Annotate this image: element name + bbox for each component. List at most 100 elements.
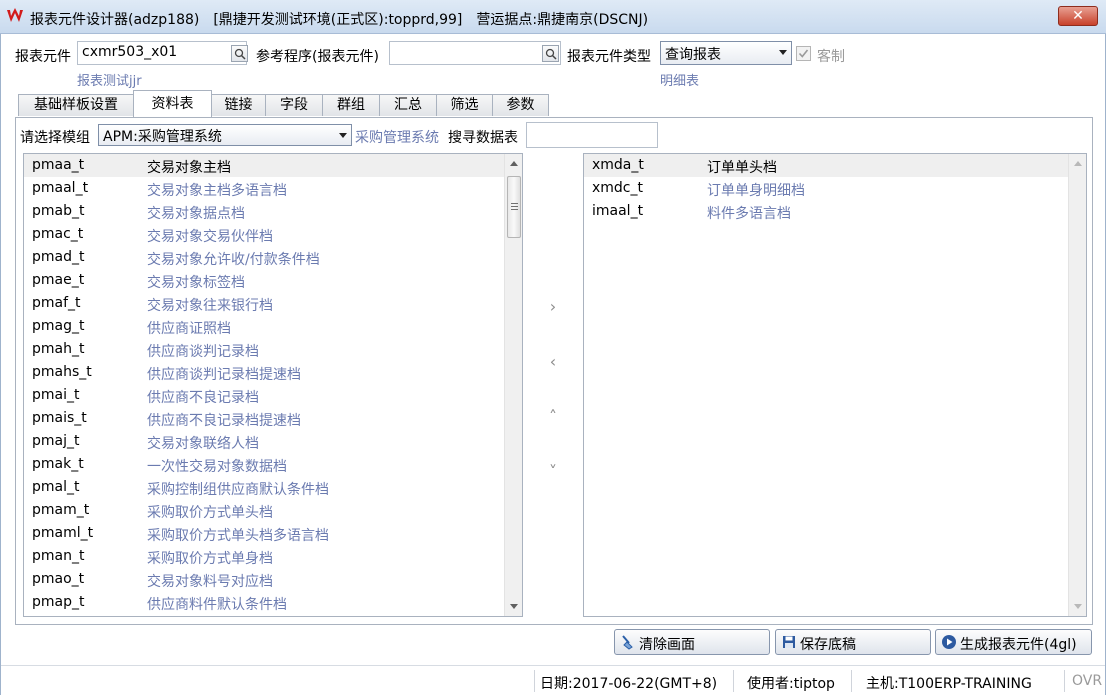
type-select[interactable]: 查询报表	[660, 41, 792, 65]
tab-summary[interactable]: 汇总	[379, 94, 437, 116]
table-code: pmam_t	[32, 502, 90, 518]
available-table-row[interactable]: pmaj_t 交易对象联络人档	[24, 430, 504, 453]
selected-table-row[interactable]: xmdc_t 订单单身明细档	[584, 177, 1068, 200]
table-description: 供应商不良记录档	[147, 390, 259, 406]
table-description: 采购取价方式单头档	[147, 505, 273, 521]
selected-tables-list[interactable]: xmda_t 订单单头档 xmdc_t 订单单身明细档 imaal_t 料件多语言档	[583, 153, 1087, 617]
tab-filter[interactable]: 筛选	[436, 94, 493, 116]
table-description: 料件多语言档	[707, 206, 791, 222]
generate-element-label: 生成报表元件(4gl)	[960, 637, 1077, 653]
tab-parameters[interactable]: 参数	[492, 94, 549, 116]
tab-template-settings[interactable]: 基础样板设置	[18, 94, 134, 116]
table-code: pmad_t	[32, 249, 85, 265]
table-description: 采购取价方式单身档	[147, 551, 273, 567]
chevron-down-icon	[779, 50, 787, 55]
app-logo-icon	[7, 8, 23, 22]
ref-input[interactable]	[389, 41, 561, 65]
available-table-row[interactable]: pmahs_t 供应商谈判记录档提速档	[24, 361, 504, 384]
table-description: 供应商谈判记录档提速档	[147, 367, 301, 383]
selected-tables-scrollbar[interactable]	[1068, 154, 1086, 616]
selected-table-row[interactable]: imaal_t 料件多语言档	[584, 200, 1068, 223]
table-description: 交易对象往来银行档	[147, 298, 273, 314]
module-select[interactable]: APM:采购管理系统	[98, 124, 352, 146]
available-table-row[interactable]: pmae_t 交易对象标签档	[24, 269, 504, 292]
available-table-row[interactable]: pmad_t 交易对象允许收/付款条件档	[24, 246, 504, 269]
available-table-row[interactable]: pmak_t 一次性交易对象数据档	[24, 453, 504, 476]
table-description: 交易对象料号对应档	[147, 574, 273, 590]
scroll-up-icon[interactable]	[510, 161, 518, 166]
window-title: 报表元件设计器(adzp188) [鼎捷开发测试环境(正式区):topprd,9…	[30, 12, 649, 28]
available-table-row[interactable]: pmal_t 采购控制组供应商默认条件档	[24, 476, 504, 499]
move-up-button[interactable]: ˄	[543, 407, 563, 427]
table-code: pmaf_t	[32, 295, 81, 311]
main-frame: 报表元件 cxmr503_x01 报表测试jjr 参考程序(报表元件) 报表元件…	[0, 34, 1106, 695]
type-label: 报表元件类型	[567, 49, 651, 65]
tab-fields[interactable]: 字段	[265, 94, 323, 116]
available-tables-scrollbar[interactable]	[504, 154, 522, 616]
available-table-row[interactable]: pmam_t 采购取价方式单头档	[24, 499, 504, 522]
table-code: pmac_t	[32, 226, 84, 242]
search-icon	[234, 48, 246, 60]
add-table-button[interactable]: ›	[543, 297, 563, 317]
scroll-up-icon[interactable]	[1074, 161, 1082, 166]
tab-groups[interactable]: 群组	[322, 94, 380, 116]
tab-links[interactable]: 链接	[211, 94, 266, 116]
table-description: 交易对象允许收/付款条件档	[147, 252, 320, 268]
play-icon	[942, 635, 956, 649]
chevron-down-icon	[339, 133, 347, 138]
available-table-row[interactable]: pmap_t 供应商料件默认条件档	[24, 591, 504, 614]
table-description: 供应商料件默认条件档	[147, 597, 287, 613]
scroll-down-icon[interactable]	[1074, 604, 1082, 609]
table-description: 交易对象交易伙伴档	[147, 229, 273, 245]
scroll-thumb[interactable]	[507, 176, 521, 238]
available-table-row[interactable]: pmac_t 交易对象交易伙伴档	[24, 223, 504, 246]
table-code: pmaal_t	[32, 180, 89, 196]
available-table-row[interactable]: pmag_t 供应商证照档	[24, 315, 504, 338]
remove-table-button[interactable]: ‹	[543, 352, 563, 372]
table-code: xmdc_t	[592, 180, 643, 196]
table-code: pmaml_t	[32, 525, 94, 541]
save-draft-label: 保存底稿	[800, 637, 856, 653]
available-table-row[interactable]: pmab_t 交易对象据点档	[24, 200, 504, 223]
table-search-input[interactable]	[526, 122, 658, 148]
ref-label: 参考程序(报表元件)	[256, 49, 379, 65]
status-user: 使用者:tiptop	[747, 676, 835, 692]
available-table-row[interactable]: pman_t 采购取价方式单身档	[24, 545, 504, 568]
available-table-row[interactable]: pmaal_t 交易对象主档多语言档	[24, 177, 504, 200]
available-tables-list[interactable]: pmaa_t 交易对象主档 pmaal_t 交易对象主档多语言档 pmab_t 交易对象据…	[23, 153, 523, 617]
custom-label: 客制	[817, 49, 845, 65]
table-code: pman_t	[32, 548, 85, 564]
table-description: 订单单头档	[707, 160, 777, 176]
available-table-row[interactable]: pmao_t 交易对象料号对应档	[24, 568, 504, 591]
scroll-down-icon[interactable]	[510, 604, 518, 609]
status-mode: OVR	[1072, 673, 1103, 689]
custom-checkbox[interactable]	[796, 46, 811, 61]
available-table-row[interactable]: pmaf_t 交易对象往来银行档	[24, 292, 504, 315]
available-table-row[interactable]: pmaa_t 交易对象主档	[24, 154, 504, 177]
table-code: pmak_t	[32, 456, 84, 472]
selected-table-row[interactable]: xmda_t 订单单头档	[584, 154, 1068, 177]
element-input[interactable]: cxmr503_x01	[77, 41, 247, 65]
generate-element-button[interactable]: 生成报表元件(4gl)	[935, 629, 1092, 655]
broom-icon	[622, 635, 633, 650]
table-code: pmaa_t	[32, 157, 85, 173]
move-down-button[interactable]: ˅	[543, 462, 563, 482]
element-lookup-button[interactable]	[231, 45, 248, 62]
table-code: pmah_t	[32, 341, 85, 357]
available-table-row[interactable]: pmaml_t 采购取价方式单头档多语言档	[24, 522, 504, 545]
available-table-row[interactable]: pmais_t 供应商不良记录档提速档	[24, 407, 504, 430]
table-code: xmda_t	[592, 157, 644, 173]
available-table-row[interactable]: pmai_t 供应商不良记录档	[24, 384, 504, 407]
table-description: 采购控制组供应商默认条件档	[147, 482, 329, 498]
table-code: pmag_t	[32, 318, 85, 334]
table-code: pmao_t	[32, 571, 85, 587]
tab-data-tables[interactable]: 资料表	[133, 90, 212, 117]
table-code: pmaj_t	[32, 433, 80, 449]
save-draft-button[interactable]: 保存底稿	[775, 629, 931, 655]
table-description: 交易对象主档	[147, 160, 231, 176]
close-button[interactable]: ✕	[1058, 6, 1098, 26]
ref-lookup-button[interactable]	[542, 45, 559, 62]
status-bar: 日期:2017-06-22(GMT+8) 使用者:tiptop 主机:T100E…	[1, 665, 1105, 695]
available-table-row[interactable]: pmah_t 供应商谈判记录档	[24, 338, 504, 361]
clear-screen-button[interactable]: 清除画面	[614, 629, 770, 655]
